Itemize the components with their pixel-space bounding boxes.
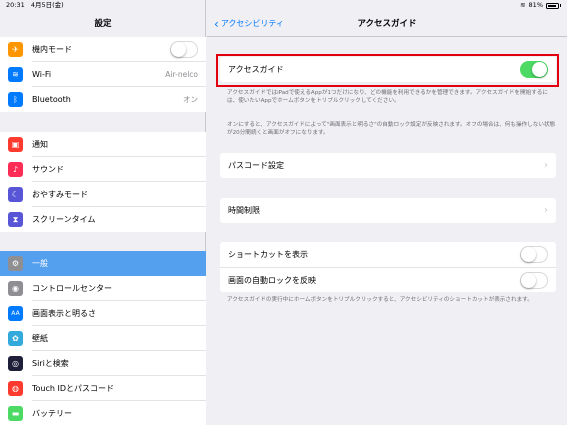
time-limits-card: 時間制限 ›: [220, 198, 556, 223]
show-shortcut-row[interactable]: ショートカットを表示: [220, 242, 556, 267]
sounds-icon: ♪: [8, 162, 23, 177]
sidebar-group-connectivity: ✈ 機内モード ≋ Wi-Fi Air-nelco ᛒ Bluetooth オン: [0, 37, 206, 112]
status-right: ≋ 81%: [520, 0, 561, 11]
highlight-box: [216, 54, 559, 87]
battery-icon: ▬: [8, 406, 23, 421]
sidebar-item-label: 一般: [32, 259, 48, 268]
sidebar-item-notifications[interactable]: ▣ 通知: [0, 132, 206, 157]
shortcut-description: アクセスガイドの実行中にホームボタンをトリプルクリックすると、アクセシビリティの…: [227, 297, 533, 303]
sidebar-item-label: サウンド: [32, 165, 64, 174]
bluetooth-status-value: オン: [183, 95, 198, 104]
sidebar-item-label: Wi-Fi: [32, 70, 52, 79]
sidebar-item-label: 壁紙: [32, 334, 48, 343]
sidebar-item-general[interactable]: ⚙ 一般: [0, 251, 206, 276]
sidebar-item-touch-id-passcode[interactable]: ◍ Touch IDとパスコード: [0, 376, 206, 401]
sidebar-item-display-brightness[interactable]: AA 画面表示と明るさ: [0, 301, 206, 326]
settings-sidebar: 設定 ✈ 機内モード ≋ Wi-Fi Air-nelco ᛒ Bluetooth…: [0, 0, 206, 425]
auto-lock-description: オンにすると、アクセスガイドによって"画面表示と明るさ"の自動ロック設定が反映さ…: [227, 122, 556, 136]
sidebar-item-airplane-mode[interactable]: ✈ 機内モード: [0, 37, 206, 62]
battery-status-icon: [546, 2, 559, 9]
sidebar-item-label: おやすみモード: [32, 190, 88, 199]
show-shortcut-label: ショートカットを表示: [228, 250, 308, 259]
passcode-settings-row[interactable]: パスコード設定 ›: [220, 153, 556, 178]
sidebar-item-label: Touch IDとパスコード: [32, 384, 115, 393]
sidebar-item-bluetooth[interactable]: ᛒ Bluetooth オン: [0, 87, 206, 112]
battery-percentage: 81%: [528, 1, 543, 9]
status-bar: 20:31 4月5日(金) ≋ 81%: [0, 0, 567, 11]
sidebar-item-label: 通知: [32, 140, 48, 149]
airplane-mode-switch[interactable]: [170, 41, 198, 58]
mirror-auto-lock-switch[interactable]: [520, 271, 548, 289]
wallpaper-icon: ✿: [8, 331, 23, 346]
status-time: 20:31: [6, 1, 25, 9]
detail-pane: ‹ アクセシビリティ アクセスガイド アクセスガイド アクセスガイドではiPad…: [207, 0, 567, 425]
sidebar-item-label: コントロールセンター: [32, 284, 112, 293]
mirror-auto-lock-label: 画面の自動ロックを反映: [228, 275, 316, 285]
sidebar-item-label: バッテリー: [32, 409, 72, 418]
passcode-settings-label: パスコード設定: [228, 161, 284, 170]
guided-access-description: アクセスガイドではiPadで使えるAppが1つだけになり、どの機能を利用できるか…: [227, 90, 548, 104]
mirror-auto-lock-row[interactable]: 画面の自動ロックを反映: [220, 267, 556, 292]
detail-navbar: ‹ アクセシビリティ アクセスガイド: [207, 11, 567, 37]
sidebar-item-label: 画面表示と明るさ: [32, 309, 96, 318]
page-title: アクセスガイド: [357, 19, 417, 29]
sidebar-item-do-not-disturb[interactable]: ☾ おやすみモード: [0, 182, 206, 207]
wifi-icon: ≋: [8, 67, 23, 82]
sidebar-item-battery[interactable]: ▬ バッテリー: [0, 401, 206, 425]
touch-id-icon: ◍: [8, 381, 23, 396]
sidebar-item-label: Siriと検索: [32, 359, 69, 368]
wifi-network-value: Air-nelco: [165, 70, 198, 79]
settings-title: 設定: [94, 19, 112, 29]
time-limits-row[interactable]: 時間制限 ›: [220, 198, 556, 223]
sidebar-item-control-center[interactable]: ◉ コントロールセンター: [0, 276, 206, 301]
bluetooth-icon: ᛒ: [8, 92, 23, 107]
siri-icon: ◎: [8, 356, 23, 371]
sidebar-item-wifi[interactable]: ≋ Wi-Fi Air-nelco: [0, 62, 206, 87]
screen-time-icon: ⧗: [8, 212, 23, 227]
options-card: ショートカットを表示 画面の自動ロックを反映: [220, 242, 556, 292]
sidebar-group-notifications: ▣ 通知 ♪ サウンド ☾ おやすみモード ⧗ スクリーンタイム: [0, 132, 206, 232]
status-left: 20:31 4月5日(金): [6, 0, 64, 11]
sidebar-item-label: 機内モード: [32, 45, 72, 54]
sidebar-item-sounds[interactable]: ♪ サウンド: [0, 157, 206, 182]
sidebar-item-screen-time[interactable]: ⧗ スクリーンタイム: [0, 207, 206, 232]
time-limits-label: 時間制限: [228, 206, 260, 215]
control-center-icon: ◉: [8, 281, 23, 296]
sidebar-group-general: ⚙ 一般 ◉ コントロールセンター AA 画面表示と明るさ ✿ 壁紙 ◎ Sir…: [0, 251, 206, 425]
display-brightness-icon: AA: [8, 306, 23, 321]
general-gear-icon: ⚙: [8, 256, 23, 271]
show-shortcut-switch[interactable]: [520, 246, 548, 263]
airplane-icon: ✈: [8, 42, 23, 57]
status-date: 4月5日(金): [30, 1, 64, 9]
chevron-right-icon: ›: [544, 160, 548, 171]
sidebar-item-wallpaper[interactable]: ✿ 壁紙: [0, 326, 206, 351]
sidebar-item-label: スクリーンタイム: [32, 215, 96, 224]
sidebar-item-siri-search[interactable]: ◎ Siriと検索: [0, 351, 206, 376]
sidebar-item-label: Bluetooth: [32, 95, 71, 104]
wifi-status-icon: ≋: [520, 1, 526, 9]
passcode-card: パスコード設定 ›: [220, 153, 556, 178]
do-not-disturb-icon: ☾: [8, 187, 23, 202]
notifications-icon: ▣: [8, 137, 23, 152]
chevron-right-icon: ›: [544, 205, 548, 216]
